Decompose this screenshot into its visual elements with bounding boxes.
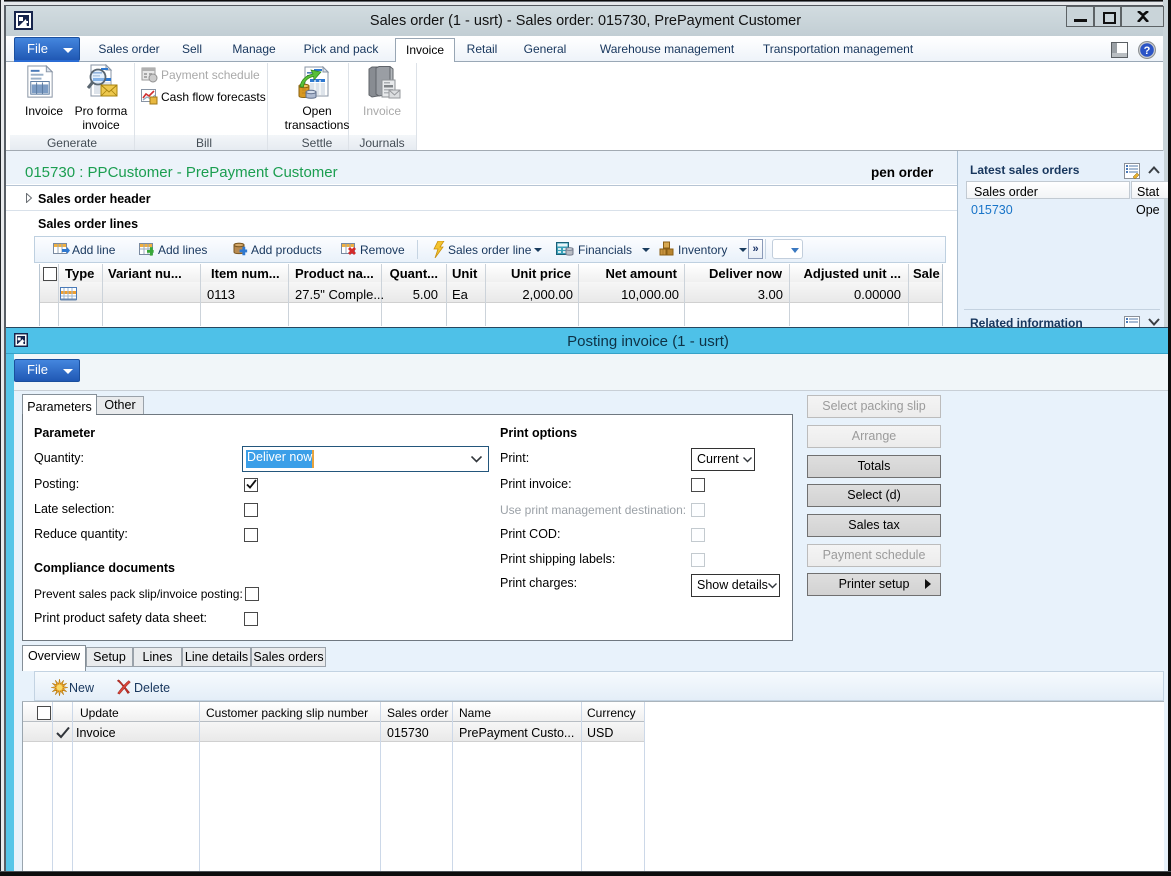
svg-text:?: ? [1144,45,1151,57]
